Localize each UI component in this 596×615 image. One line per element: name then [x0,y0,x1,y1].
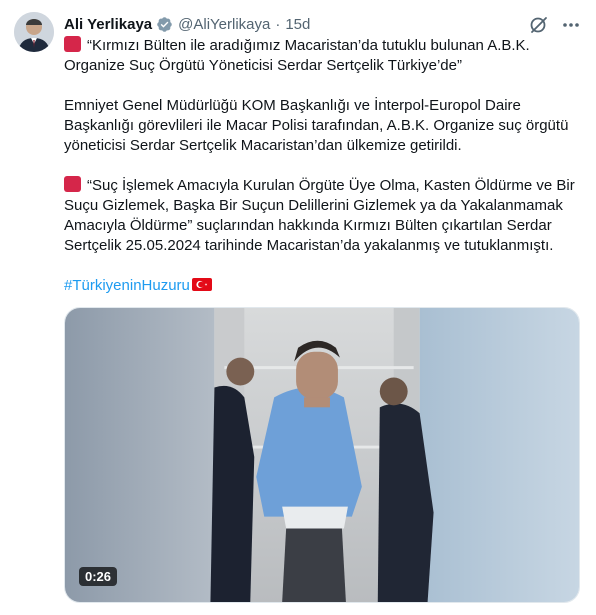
paragraph-2: Emniyet Genel Müdürlüğü KOM Başkanlığı v… [64,97,569,154]
video-duration: 0:26 [79,567,118,586]
verified-badge-icon [156,16,173,33]
tweet-text: “Kırmızı Bülten ile aradığımız Macarista… [64,36,584,296]
author-handle[interactable]: @AliYerlikaya [178,16,270,33]
grok-icon[interactable] [528,14,550,36]
paragraph-3: “Suç İşlemek Amacıyla Kurulan Örgüte Üye… [64,176,584,256]
video-player[interactable]: 0:26 [64,307,580,603]
red-square-emoji [64,176,81,192]
tweet-header: Ali Yerlikaya @AliYerlikaya · 15d [64,13,582,35]
paragraph-1-text: “Kırmızı Bülten ile aradığımız Macarista… [64,37,530,74]
header-actions [528,14,582,36]
hashtag-line: #TürkiyeninHuzuru [64,276,584,296]
tweet[interactable]: Ali Yerlikaya @AliYerlikaya · 15d “Kırmı… [0,0,596,615]
author-name[interactable]: Ali Yerlikaya [64,16,152,33]
paragraph-3-text: “Suç İşlemek Amacıyla Kurulan Örgüte Üye… [64,177,575,254]
hashtag-link[interactable]: #TürkiyeninHuzuru [64,277,190,294]
red-square-emoji [64,36,81,52]
avatar[interactable] [14,12,54,52]
video-thumbnail [65,308,579,602]
more-options-icon[interactable] [560,14,582,36]
separator-dot: · [275,15,281,33]
timestamp[interactable]: 15d [285,16,310,33]
paragraph-1: “Kırmızı Bülten ile aradığımız Macarista… [64,36,584,76]
turkey-flag-emoji [191,277,212,291]
